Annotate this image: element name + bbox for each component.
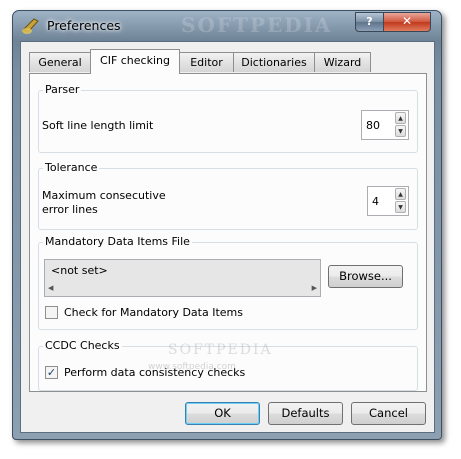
preferences-window: SOFTPEDIA Preferences ? ✕ General CIF ch… bbox=[12, 10, 442, 440]
defaults-button[interactable]: Defaults bbox=[268, 402, 343, 425]
checkmark-icon: ✓ bbox=[46, 366, 57, 379]
tab-dictionaries[interactable]: Dictionaries bbox=[233, 52, 315, 72]
app-icon bbox=[22, 18, 39, 34]
parser-group: Parser Soft line length limit 80 ▲ ▼ bbox=[38, 83, 418, 153]
soft-line-length-spinbox[interactable]: 80 ▲ ▼ bbox=[361, 110, 409, 140]
tolerance-group-title: Tolerance bbox=[43, 161, 100, 174]
watermark-overlay: SOFTPEDIA bbox=[168, 342, 273, 358]
spin-up-icon[interactable]: ▲ bbox=[395, 112, 406, 124]
max-error-lines-spinbox[interactable]: 4 ▲ ▼ bbox=[367, 186, 409, 216]
horizontal-scrollbar[interactable]: ◀ ▶ bbox=[46, 283, 319, 295]
scroll-left-icon[interactable]: ◀ bbox=[48, 284, 53, 292]
mandatory-data-group: Mandatory Data Items File <not set> ◀ ▶ … bbox=[38, 235, 418, 330]
mandatory-file-path-field[interactable]: <not set> ◀ ▶ bbox=[44, 259, 321, 297]
dialog-client-area: General CIF checking Editor Dictionaries… bbox=[20, 41, 435, 433]
check-mandatory-checkbox[interactable] bbox=[45, 306, 58, 319]
watermark: SOFTPEDIA bbox=[181, 13, 333, 37]
spin-down-icon[interactable]: ▼ bbox=[395, 201, 406, 213]
tab-editor[interactable]: Editor bbox=[179, 52, 234, 72]
max-error-lines-label-2: error lines bbox=[42, 203, 98, 216]
scroll-right-icon[interactable]: ▶ bbox=[312, 284, 317, 292]
cancel-button[interactable]: Cancel bbox=[351, 402, 426, 425]
help-button[interactable]: ? bbox=[355, 12, 384, 32]
data-consistency-checkbox[interactable]: ✓ bbox=[45, 366, 58, 379]
cif-checking-panel: Parser Soft line length limit 80 ▲ ▼ Tol… bbox=[29, 73, 427, 392]
title-bar[interactable]: SOFTPEDIA Preferences ? ✕ bbox=[13, 11, 441, 41]
spin-up-icon[interactable]: ▲ bbox=[395, 188, 406, 200]
parser-group-title: Parser bbox=[43, 83, 82, 96]
mandatory-group-title: Mandatory Data Items File bbox=[43, 235, 192, 248]
tolerance-group: Tolerance Maximum consecutive error line… bbox=[38, 161, 418, 230]
ok-button[interactable]: OK bbox=[185, 402, 260, 425]
max-error-lines-label-1: Maximum consecutive bbox=[42, 189, 166, 202]
spin-down-icon[interactable]: ▼ bbox=[395, 125, 406, 137]
browse-button[interactable]: Browse... bbox=[328, 265, 403, 288]
ccdc-group-title: CCDC Checks bbox=[43, 339, 122, 352]
close-button[interactable]: ✕ bbox=[383, 12, 431, 32]
tab-general[interactable]: General bbox=[29, 52, 91, 72]
soft-line-length-value: 80 bbox=[366, 119, 380, 132]
mandatory-file-path: <not set> bbox=[51, 264, 108, 277]
window-title: Preferences bbox=[47, 18, 121, 33]
tab-cif-checking[interactable]: CIF checking bbox=[90, 49, 180, 74]
watermark-url: www.softpedia.com bbox=[148, 362, 236, 372]
max-error-lines-value: 4 bbox=[372, 195, 379, 208]
check-mandatory-label: Check for Mandatory Data Items bbox=[64, 306, 243, 319]
tab-wizard[interactable]: Wizard bbox=[314, 52, 371, 72]
soft-line-length-label: Soft line length limit bbox=[42, 119, 154, 132]
